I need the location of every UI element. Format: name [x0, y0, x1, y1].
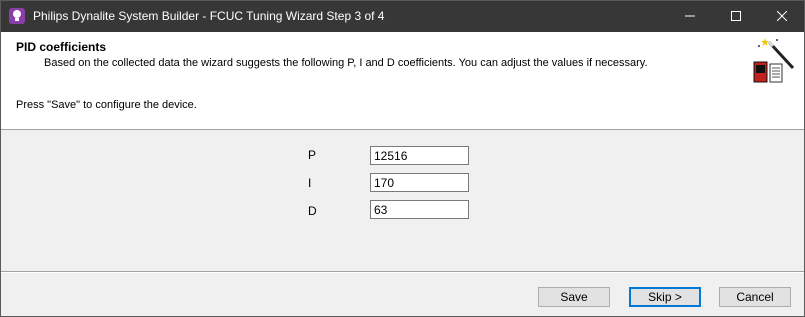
skip-button[interactable]: Skip >: [629, 287, 701, 307]
d-input[interactable]: [370, 200, 469, 219]
coefficients-panel: P I D: [1, 130, 804, 270]
maximize-button[interactable]: [713, 1, 759, 32]
title-bar[interactable]: Philips Dynalite System Builder - FCUC T…: [1, 1, 804, 32]
wizard-window: Philips Dynalite System Builder - FCUC T…: [0, 0, 805, 317]
minimize-button[interactable]: [667, 1, 713, 32]
i-input[interactable]: [370, 173, 469, 192]
wizard-header: PID coefficients Based on the collected …: [1, 32, 804, 130]
page-instruction: Press "Save" to configure the device.: [16, 99, 197, 111]
i-label: I: [308, 176, 312, 190]
close-icon: [777, 11, 787, 21]
cancel-button[interactable]: Cancel: [719, 287, 791, 307]
footer-divider: [1, 271, 804, 273]
lightbulb-icon: [9, 8, 25, 24]
minimize-icon: [685, 15, 695, 17]
p-label: P: [308, 148, 317, 162]
wizard-icon: [753, 38, 795, 83]
close-button[interactable]: [759, 1, 804, 32]
d-label: D: [308, 204, 317, 218]
save-button[interactable]: Save: [538, 287, 610, 307]
page-description: Based on the collected data the wizard s…: [44, 57, 648, 69]
maximize-icon: [731, 11, 741, 21]
page-title: PID coefficients: [16, 40, 107, 54]
p-input[interactable]: [370, 146, 469, 165]
window-title: Philips Dynalite System Builder - FCUC T…: [33, 9, 385, 23]
